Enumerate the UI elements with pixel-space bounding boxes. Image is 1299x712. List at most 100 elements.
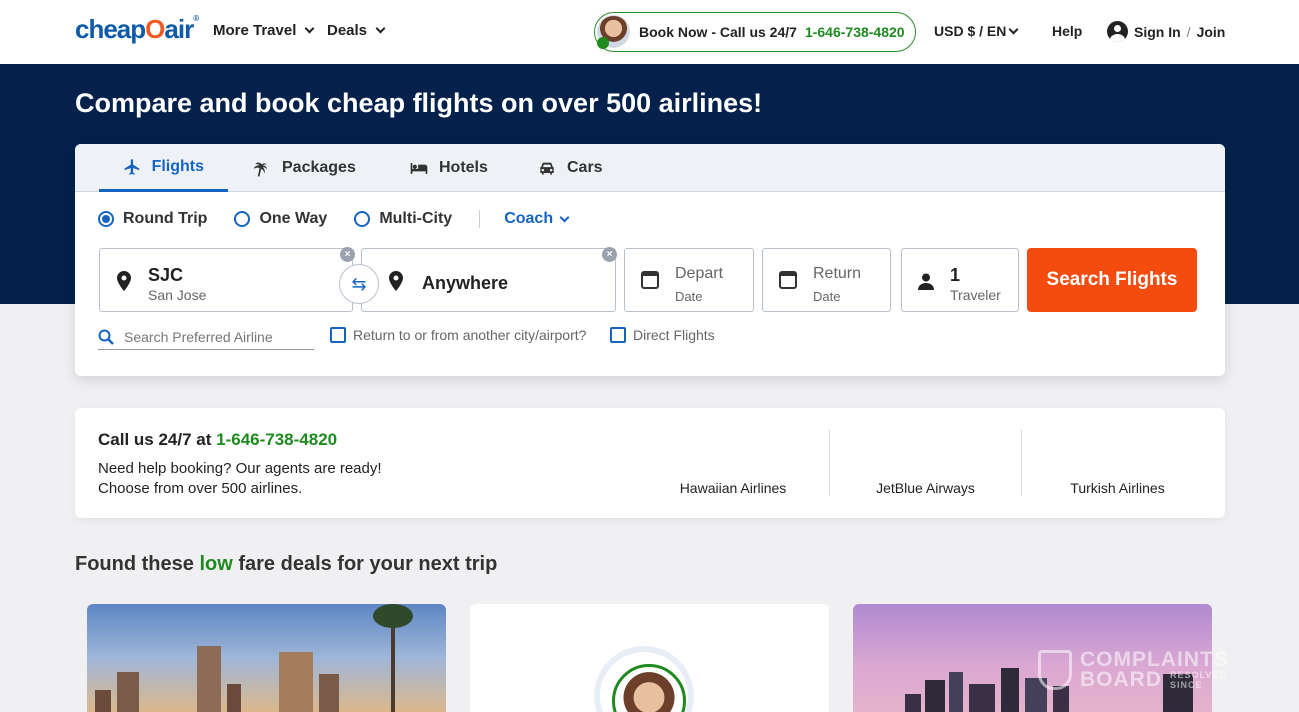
- book-now-call-button[interactable]: Book Now - Call us 24/7 1-646-738-4820: [594, 12, 916, 52]
- cheapoair-logo[interactable]: cheapOair®: [75, 14, 199, 45]
- tab-hotels[interactable]: Hotels: [385, 144, 512, 192]
- chevron-down-icon: [375, 23, 386, 34]
- deal-card-call-agent[interactable]: [470, 604, 829, 712]
- flight-search-card: Flights Packages Hotels Cars Round Trip …: [75, 144, 1225, 376]
- call-line-2: Choose from over 500 airlines.: [98, 480, 303, 497]
- travelers-field[interactable]: 1 Traveler: [901, 248, 1019, 312]
- skyline-building: [95, 690, 111, 712]
- travelers-label: Traveler: [950, 287, 1001, 303]
- cabin-class-selector[interactable]: Coach: [504, 210, 570, 228]
- clear-origin-icon[interactable]: ×: [340, 247, 355, 262]
- airline-jetblue[interactable]: JetBlue Airways: [829, 430, 1021, 496]
- deal-card-los-angeles[interactable]: [87, 604, 446, 712]
- depart-sub: Date: [675, 289, 703, 304]
- chevron-down-icon: [1008, 24, 1019, 34]
- swap-icon: ⇆: [351, 273, 367, 294]
- complaints-board-watermark: COMPLAINTS BOARD RESOLVED SINCE: [1038, 648, 1250, 696]
- divider: [479, 210, 481, 228]
- plane-icon: [124, 158, 140, 175]
- palm-leaves: [373, 604, 413, 628]
- calendar-icon: [641, 271, 659, 289]
- origin-field[interactable]: SJC San Jose ×: [99, 247, 355, 312]
- book-now-label: Book Now - Call us 24/7: [639, 24, 797, 40]
- skyline-building: [227, 684, 241, 712]
- deals-title-low: low: [199, 553, 233, 575]
- car-icon: [540, 162, 554, 175]
- deals-title-post: fare deals for your next trip: [238, 553, 498, 575]
- preferred-airline-search[interactable]: Search Preferred Airline: [98, 324, 314, 350]
- return-sub: Date: [813, 289, 841, 304]
- currency-language-selector[interactable]: USD $ / EN: [934, 23, 1019, 39]
- depart-label: Depart: [675, 265, 724, 282]
- calendar-icon: [779, 271, 797, 289]
- palm-trunk: [391, 614, 395, 712]
- tab-packages[interactable]: Packages: [228, 144, 380, 192]
- watermark-line-3: RESOLVED SINCE: [1170, 670, 1227, 690]
- search-flights-button[interactable]: Search Flights: [1027, 248, 1197, 312]
- airline-name: JetBlue Airways: [876, 480, 975, 496]
- bed-icon: [410, 163, 428, 174]
- sign-in-area: Sign In / Join: [1107, 21, 1225, 42]
- nav-deals[interactable]: Deals: [327, 22, 386, 39]
- help-link[interactable]: Help: [1052, 23, 1082, 39]
- airline-hawaiian[interactable]: Hawaiian Airlines: [637, 430, 829, 496]
- direct-flights-label: Direct Flights: [633, 327, 715, 343]
- chevron-down-icon: [304, 23, 315, 34]
- nav-more-travel[interactable]: More Travel: [213, 22, 315, 39]
- trip-multi-city[interactable]: Multi-City: [354, 210, 452, 228]
- join-link[interactable]: Join: [1197, 24, 1226, 40]
- phone-icon: [597, 37, 609, 49]
- trip-round-trip[interactable]: Round Trip: [98, 210, 207, 228]
- return-label: Return: [813, 265, 862, 282]
- airline-turkish[interactable]: Turkish Airlines: [1021, 430, 1213, 496]
- sign-in-link[interactable]: Sign In: [1134, 24, 1181, 40]
- nav-more-travel-label: More Travel: [213, 22, 297, 39]
- watermark-line-2: BOARD: [1080, 668, 1162, 691]
- tab-flights[interactable]: Flights: [99, 144, 228, 192]
- nav-deals-label: Deals: [327, 22, 368, 39]
- airline-name: Turkish Airlines: [1070, 480, 1165, 496]
- tab-cars[interactable]: Cars: [513, 144, 627, 192]
- logo-text: cheap: [75, 14, 146, 44]
- tab-hotels-label: Hotels: [439, 159, 488, 176]
- checkbox[interactable]: [330, 327, 346, 343]
- clear-destination-icon[interactable]: ×: [602, 247, 617, 262]
- skyline-building: [319, 674, 339, 712]
- skyline-building: [925, 680, 945, 712]
- product-tabs: Flights Packages Hotels Cars: [75, 144, 1225, 192]
- call-line-1: Need help booking? Our agents are ready!: [98, 460, 382, 477]
- skyline-building: [279, 652, 313, 712]
- airline-name: Hawaiian Airlines: [679, 480, 787, 496]
- radio-unselected[interactable]: [354, 211, 371, 227]
- skyline-building: [905, 694, 921, 712]
- skyline-building: [949, 672, 963, 712]
- call-phone-link[interactable]: 1-646-738-4820: [216, 430, 337, 449]
- destination-field[interactable]: Anywhere ×: [361, 247, 617, 312]
- alt-airport-option[interactable]: Return to or from another city/airport?: [330, 327, 586, 343]
- swap-airports-button[interactable]: ⇆: [339, 264, 379, 304]
- return-date-field[interactable]: Return Date: [762, 248, 891, 312]
- search-icon: [98, 329, 114, 345]
- chevron-down-icon: [559, 212, 570, 222]
- top-header: cheapOair® More Travel Deals Book Now - …: [0, 0, 1299, 64]
- radio-selected[interactable]: [98, 211, 114, 227]
- call-description: Need help booking? Our agents are ready!…: [98, 459, 382, 499]
- checkbox[interactable]: [610, 327, 626, 343]
- skyline-building: [197, 646, 221, 712]
- alt-airport-label: Return to or from another city/airport?: [353, 327, 587, 343]
- preferred-airline-placeholder: Search Preferred Airline: [124, 328, 273, 345]
- deals-title-pre: Found these: [75, 553, 194, 575]
- direct-flights-option[interactable]: Direct Flights: [610, 327, 715, 343]
- trip-type-row: Round Trip One Way Multi-City Coach: [98, 210, 570, 228]
- round-trip-label: Round Trip: [123, 210, 208, 227]
- logo-air: air: [164, 14, 194, 44]
- skyline-building: [969, 684, 995, 712]
- cabin-class-label: Coach: [504, 210, 554, 227]
- logo-zero: O: [145, 14, 165, 44]
- trip-one-way[interactable]: One Way: [234, 210, 327, 228]
- tab-packages-label: Packages: [282, 159, 356, 176]
- shield-icon: [1038, 650, 1072, 690]
- depart-date-field[interactable]: Depart Date: [624, 248, 754, 312]
- radio-unselected[interactable]: [234, 211, 251, 227]
- user-icon: [1107, 21, 1128, 42]
